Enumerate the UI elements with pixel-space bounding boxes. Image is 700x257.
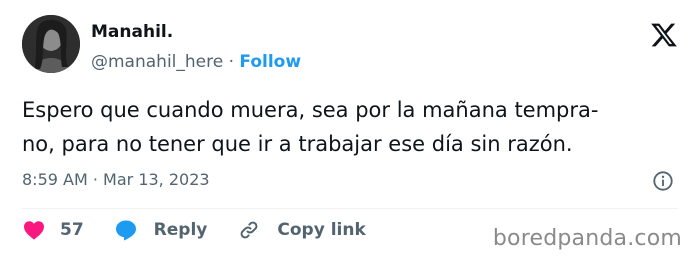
reply-label: Reply <box>153 220 208 240</box>
like-count: 57 <box>60 220 84 240</box>
tweet-card: Manahil. @manahil_here · Follow Espero q… <box>0 0 700 257</box>
tweet-text-line: no, para no tener que ir a trabajar ese … <box>22 132 573 156</box>
copy-link-button[interactable]: Copy link <box>237 218 366 242</box>
reply-button[interactable]: Reply <box>114 218 208 242</box>
follow-button[interactable]: Follow <box>239 52 301 72</box>
like-button[interactable]: 57 <box>22 218 84 242</box>
divider <box>22 208 678 209</box>
tweet-date: Mar 13, 2023 <box>103 170 210 189</box>
tweet-timestamp[interactable]: 8:59 AM · Mar 13, 2023 <box>22 167 210 193</box>
tweet-text-line: Espero que cuando muera, sea por la maña… <box>22 98 599 122</box>
x-logo-icon[interactable] <box>650 21 678 49</box>
action-bar: 57 Reply Copy link <box>22 218 396 242</box>
copy-link-label: Copy link <box>277 220 366 240</box>
handle-row: @manahil_here · Follow <box>91 51 301 73</box>
speech-bubble-icon <box>115 220 136 241</box>
tweet-text: Espero que cuando muera, sea por la maña… <box>22 93 682 161</box>
avatar[interactable] <box>22 15 80 73</box>
link-icon <box>241 221 258 239</box>
display-name[interactable]: Manahil. <box>91 21 301 43</box>
handle[interactable]: @manahil_here <box>91 52 223 72</box>
tweet-time: 8:59 AM <box>22 170 88 189</box>
info-icon[interactable] <box>652 170 674 192</box>
handle-separator: · <box>228 52 235 72</box>
watermark: boredpanda.com <box>492 226 682 251</box>
timestamp-separator: · <box>92 170 98 189</box>
avatar-image <box>22 15 80 73</box>
heart-icon <box>24 221 44 240</box>
author-block: Manahil. @manahil_here · Follow <box>91 21 301 73</box>
